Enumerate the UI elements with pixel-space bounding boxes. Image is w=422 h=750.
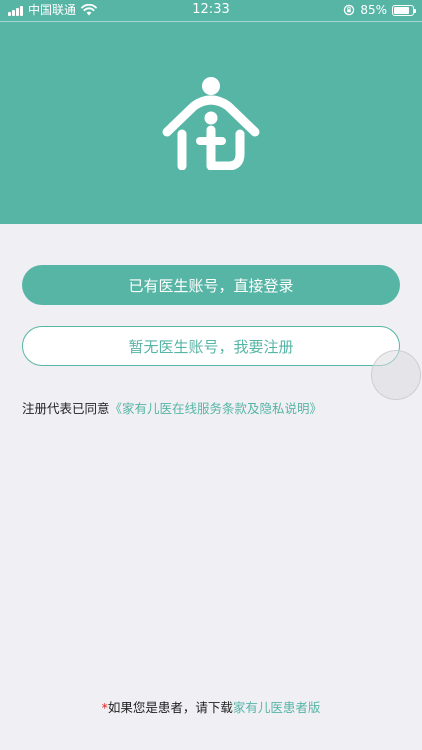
patient-download-note: *如果您是患者，请下载家有儿医患者版: [0, 700, 422, 716]
agreement-prefix: 注册代表已同意: [22, 401, 110, 416]
family-house-icon: [162, 77, 260, 170]
assistive-touch-button[interactable]: [371, 350, 421, 400]
battery-percent: 85%: [360, 3, 387, 17]
battery-fill: [394, 6, 410, 14]
status-divider: [0, 21, 422, 22]
status-right: 85%: [343, 3, 416, 17]
status-bar: 中国联通 12:33 85%: [0, 0, 422, 22]
terms-link[interactable]: 《家有儿医在线服务条款及隐私说明》: [110, 401, 323, 416]
agreement-text: 注册代表已同意《家有儿医在线服务条款及隐私说明》: [22, 401, 322, 417]
patient-app-link[interactable]: 家有儿医患者版: [233, 700, 321, 715]
register-button[interactable]: 暂无医生账号，我要注册: [22, 326, 400, 366]
battery-icon: [392, 4, 416, 16]
login-button[interactable]: 已有医生账号，直接登录: [22, 265, 400, 305]
rotation-lock-icon: [344, 4, 355, 16]
header-banner: 中国联通 12:33 85%: [0, 0, 422, 224]
patient-download-text: 如果您是患者，请下载: [107, 700, 233, 715]
